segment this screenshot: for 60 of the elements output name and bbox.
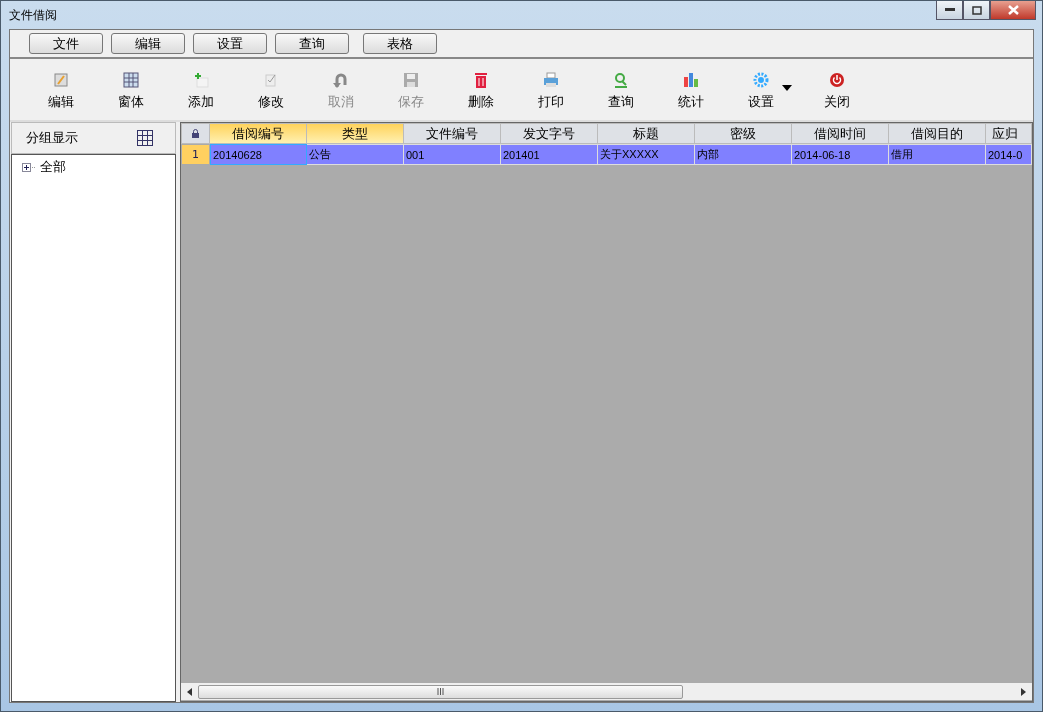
toolbar-button[interactable]: 删除 xyxy=(446,59,516,111)
menu-button[interactable]: 设置 xyxy=(193,33,267,54)
table-cell: 2014-06-18 xyxy=(792,144,889,165)
column-header[interactable]: 密级 xyxy=(695,123,792,144)
maximize-button[interactable] xyxy=(963,1,990,20)
row-number[interactable]: 1 xyxy=(181,144,210,165)
table-cell: 借用 xyxy=(889,144,986,165)
toolbar-button[interactable]: 窗体 xyxy=(96,59,166,111)
maximize-icon xyxy=(971,5,982,15)
toolbar-button[interactable]: 设置 xyxy=(726,59,796,111)
dropdown-caret-icon[interactable] xyxy=(782,85,792,91)
toolbar-button[interactable]: 查询 xyxy=(586,59,656,111)
toolbar-button[interactable]: 修改 xyxy=(236,59,306,111)
toolbar-button[interactable]: 打印 xyxy=(516,59,586,111)
grid-icon[interactable] xyxy=(137,130,153,146)
column-header[interactable]: 类型 xyxy=(307,123,404,144)
expand-icon[interactable] xyxy=(22,162,36,172)
column-header[interactable]: 借阅时间 xyxy=(792,123,889,144)
menu-button[interactable]: 表格 xyxy=(363,33,437,54)
toolbar-button[interactable]: 添加 xyxy=(166,59,236,111)
gear-icon xyxy=(752,71,770,89)
undo-arrow-icon xyxy=(332,71,350,89)
table-cell: 关于XXXXX xyxy=(598,144,695,165)
sidebar-title: 分组显示 xyxy=(26,129,78,147)
menu-button[interactable]: 文件 xyxy=(29,33,103,54)
horizontal-scrollbar[interactable] xyxy=(181,683,1032,700)
column-header[interactable]: 应归 xyxy=(986,123,1032,144)
bar-chart-icon xyxy=(682,71,700,89)
toolbar-button[interactable]: 统计 xyxy=(656,59,726,111)
column-header[interactable]: 借阅目的 xyxy=(889,123,986,144)
column-header[interactable]: 标题 xyxy=(598,123,695,144)
close-button[interactable] xyxy=(990,1,1036,20)
search-icon xyxy=(612,71,630,89)
scroll-left-icon[interactable] xyxy=(187,687,192,696)
toolbar-button[interactable]: 编辑 xyxy=(26,59,96,111)
toolbar-button[interactable]: 关闭 xyxy=(802,59,872,111)
table-cell: 001 xyxy=(404,144,501,165)
close-icon xyxy=(1007,5,1019,15)
table-cell: 20140628 xyxy=(210,144,307,165)
column-header[interactable]: 借阅编号 xyxy=(210,123,307,144)
grid-window-icon xyxy=(122,71,140,89)
plus-icon xyxy=(192,71,210,89)
scrollbar-thumb[interactable] xyxy=(198,684,683,699)
window-title: 文件借阅 xyxy=(9,7,57,24)
table-cell: 内部 xyxy=(695,144,792,165)
menu-button[interactable]: 编辑 xyxy=(111,33,185,54)
scroll-right-icon[interactable] xyxy=(1021,687,1026,696)
minimize-button[interactable] xyxy=(936,1,963,20)
trash-can-icon xyxy=(472,71,490,89)
table-cell: 201401 xyxy=(501,144,598,165)
column-header[interactable]: 文件编号 xyxy=(404,123,501,144)
printer-icon xyxy=(542,71,560,89)
column-header[interactable]: 发文字号 xyxy=(501,123,598,144)
pencil-note-icon xyxy=(52,71,70,89)
table-cell: 2014-0 xyxy=(986,144,1032,165)
tree-item[interactable]: 全部 xyxy=(40,158,66,176)
menu-button[interactable]: 查询 xyxy=(275,33,349,54)
power-icon xyxy=(828,71,846,89)
table-cell: 公告 xyxy=(307,144,404,165)
minimize-icon xyxy=(944,8,955,12)
